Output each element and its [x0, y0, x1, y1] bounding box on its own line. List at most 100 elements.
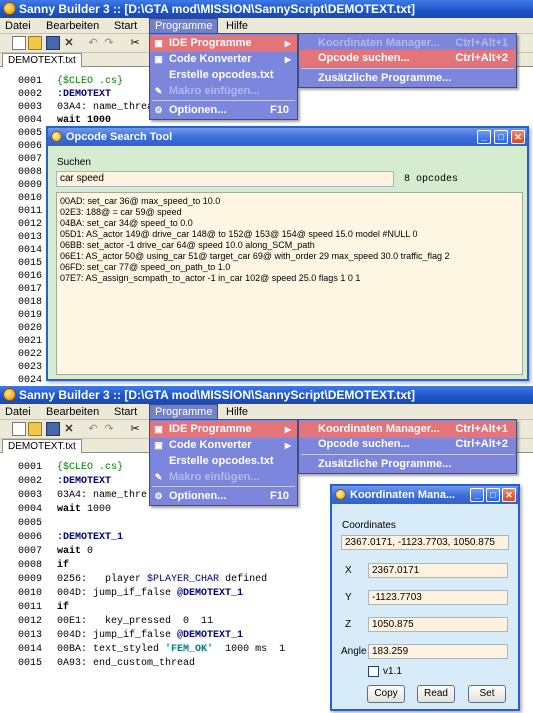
menu-optionen[interactable]: ⚙ Optionen... F10 — [150, 102, 297, 119]
open-folder-icon[interactable] — [28, 36, 42, 50]
cut-icon[interactable]: ✂ — [128, 422, 142, 436]
coordinates-field[interactable]: 2367.0171, -1123.7703, 1050.875 — [341, 535, 509, 550]
line-number: 0014 — [18, 644, 43, 655]
opcode-window-titlebar: Opcode Search Tool _ □ ✕ — [48, 128, 527, 146]
tab-demotext[interactable]: DEMOTEXT.txt — [2, 439, 82, 454]
line-number: 0006 — [18, 532, 43, 543]
copy-button[interactable]: Copy — [367, 685, 405, 703]
code-line: {$CLEO .cs} — [57, 462, 124, 473]
close-icon[interactable]: ✕ — [502, 488, 516, 502]
y-field[interactable]: -1123.7703 — [368, 590, 508, 605]
menu-hilfe[interactable]: Hilfe — [221, 18, 253, 34]
close-file-icon[interactable]: ✕ — [62, 36, 76, 50]
new-file-icon[interactable] — [12, 36, 26, 50]
result-item[interactable]: 00AD: set_car 36@ max_speed_to 10.0 — [60, 196, 220, 207]
close-icon[interactable]: ✕ — [511, 130, 525, 144]
menu-code-konverter[interactable]: ▣ Code Konverter ▶ — [150, 51, 297, 68]
result-item[interactable]: 06FD: set_car 77@ speed_on_path_to 1.0 — [60, 262, 230, 273]
result-item[interactable]: 05D1: AS_actor 149@ drive_car 148@ to 15… — [60, 229, 418, 240]
opcode-window-title: Opcode Search Tool — [66, 131, 173, 143]
redo-icon[interactable]: ↷ — [102, 422, 116, 436]
line-number: 0004 — [18, 115, 43, 126]
window-title: Sanny Builder 3 :: [D:\GTA mod\MISSION\S… — [19, 388, 416, 402]
menu-hilfe[interactable]: Hilfe — [221, 404, 253, 420]
x-field[interactable]: 2367.0171 — [368, 563, 508, 578]
undo-icon[interactable]: ↶ — [86, 36, 100, 50]
minimize-icon[interactable]: _ — [477, 130, 491, 144]
maximize-icon[interactable]: □ — [494, 130, 508, 144]
menu-bearbeiten[interactable]: Bearbeiten — [41, 404, 104, 420]
menu-start[interactable]: Start — [109, 404, 142, 420]
menu-bearbeiten[interactable]: Bearbeiten — [41, 18, 104, 34]
tab-demotext[interactable]: DEMOTEXT.txt — [2, 53, 82, 68]
save-icon[interactable] — [46, 36, 60, 50]
code-label-ref: @DEMOTEXT_1 — [177, 588, 244, 599]
opcode-results-list[interactable]: 00AD: set_car 36@ max_speed_to 10.0 02E3… — [56, 192, 523, 375]
menu-programme[interactable]: Programme — [149, 404, 219, 420]
opcode-search-input[interactable]: car speed — [56, 171, 394, 187]
z-field[interactable]: 1050.875 — [368, 617, 508, 632]
x-label: X — [345, 565, 352, 576]
line-number: 0019 — [18, 310, 43, 321]
result-item[interactable]: 06BB: set_actor -1 drive_car 64@ speed 1… — [60, 240, 315, 251]
line-number: 0011 — [18, 206, 43, 217]
top-screenshot: Sanny Builder 3 :: [D:\GTA mod\MISSION\S… — [0, 0, 533, 385]
code-konverter-icon: ▣ — [154, 440, 163, 450]
menu-ide-programme[interactable]: ▣ IDE Programme ▶ — [150, 35, 297, 52]
menu-erstelle-opcodes[interactable]: Erstelle opcodes.txt — [150, 67, 297, 84]
menu-code-konverter[interactable]: ▣ Code Konverter ▶ — [150, 437, 297, 454]
result-item[interactable]: 06E1: AS_actor 50@ using_car 51@ target_… — [60, 251, 449, 262]
minimize-icon[interactable]: _ — [470, 488, 484, 502]
code-line: :DEMOTEXT — [57, 89, 112, 100]
menu-programme[interactable]: Programme — [149, 18, 219, 34]
y-label: Y — [345, 592, 352, 603]
line-number: 0013 — [18, 232, 43, 243]
menu-datei[interactable]: Datei — [0, 18, 36, 34]
code-line: 00E1: key_pressed 0 11 — [57, 616, 214, 627]
menu-ide-programme[interactable]: ▣ IDE Programme ▶ — [150, 421, 297, 438]
set-button[interactable]: Set — [468, 685, 506, 703]
result-item[interactable]: 07E7: AS_assign_scmpath_to_actor -1 in_c… — [60, 273, 360, 284]
redo-icon[interactable]: ↷ — [102, 36, 116, 50]
menu-opcode-suchen[interactable]: Opcode suchen... Ctrl+Alt+2 — [299, 50, 516, 67]
line-number: 0006 — [18, 141, 43, 152]
menu-datei[interactable]: Datei — [0, 404, 36, 420]
new-file-icon[interactable] — [12, 422, 26, 436]
angle-field[interactable]: 183.259 — [368, 644, 508, 659]
title-bar: Sanny Builder 3 :: [D:\GTA mod\MISSION\S… — [0, 0, 533, 18]
v11-checkbox[interactable] — [368, 666, 379, 677]
line-number: 0007 — [18, 546, 43, 557]
menu-bar: Datei Bearbeiten Start Programme Hilfe — [0, 18, 533, 34]
line-number: 0009 — [18, 180, 43, 191]
line-number: 0013 — [18, 630, 43, 641]
menu-opcode-suchen[interactable]: Opcode suchen... Ctrl+Alt+2 — [299, 436, 516, 453]
close-file-icon[interactable]: ✕ — [62, 422, 76, 436]
coord-window-title: Koordinaten Mana... — [350, 489, 456, 501]
optionen-icon: ⚙ — [154, 105, 163, 115]
menu-zusaetzliche-programme[interactable]: Zusätzliche Programme... — [299, 70, 516, 87]
menu-erstelle-opcodes[interactable]: Erstelle opcodes.txt — [150, 453, 297, 470]
line-number: 0016 — [18, 271, 43, 282]
undo-icon[interactable]: ↶ — [86, 422, 100, 436]
v11-label: v1.1 — [383, 666, 402, 677]
line-number: 0012 — [18, 219, 43, 230]
ide-programme-submenu: Koordinaten Manager... Ctrl+Alt+1 Opcode … — [298, 419, 517, 474]
maximize-icon[interactable]: □ — [486, 488, 500, 502]
menu-zusaetzliche-programme[interactable]: Zusätzliche Programme... — [299, 456, 516, 473]
menu-optionen[interactable]: ⚙ Optionen... F10 — [150, 488, 297, 505]
coordinates-label: Coordinates — [342, 520, 396, 531]
line-number: 0001 — [18, 462, 43, 473]
code-line: {$CLEO .cs} — [57, 76, 124, 87]
code-line: 03A4: name_thread — [57, 102, 160, 113]
line-number: 0018 — [18, 297, 43, 308]
read-button[interactable]: Read — [417, 685, 455, 703]
result-item[interactable]: 02E3: 188@ = car 59@ speed — [60, 207, 182, 218]
menu-start[interactable]: Start — [109, 18, 142, 34]
ide-programme-icon: ▣ — [154, 424, 163, 434]
code-label-ref: @DEMOTEXT_1 — [177, 630, 244, 641]
result-item[interactable]: 04BA: set_car 34@ speed_to 0.0 — [60, 218, 193, 229]
cut-icon[interactable]: ✂ — [128, 36, 142, 50]
save-icon[interactable] — [46, 422, 60, 436]
code-number: 0 — [87, 546, 94, 557]
open-folder-icon[interactable] — [28, 422, 42, 436]
